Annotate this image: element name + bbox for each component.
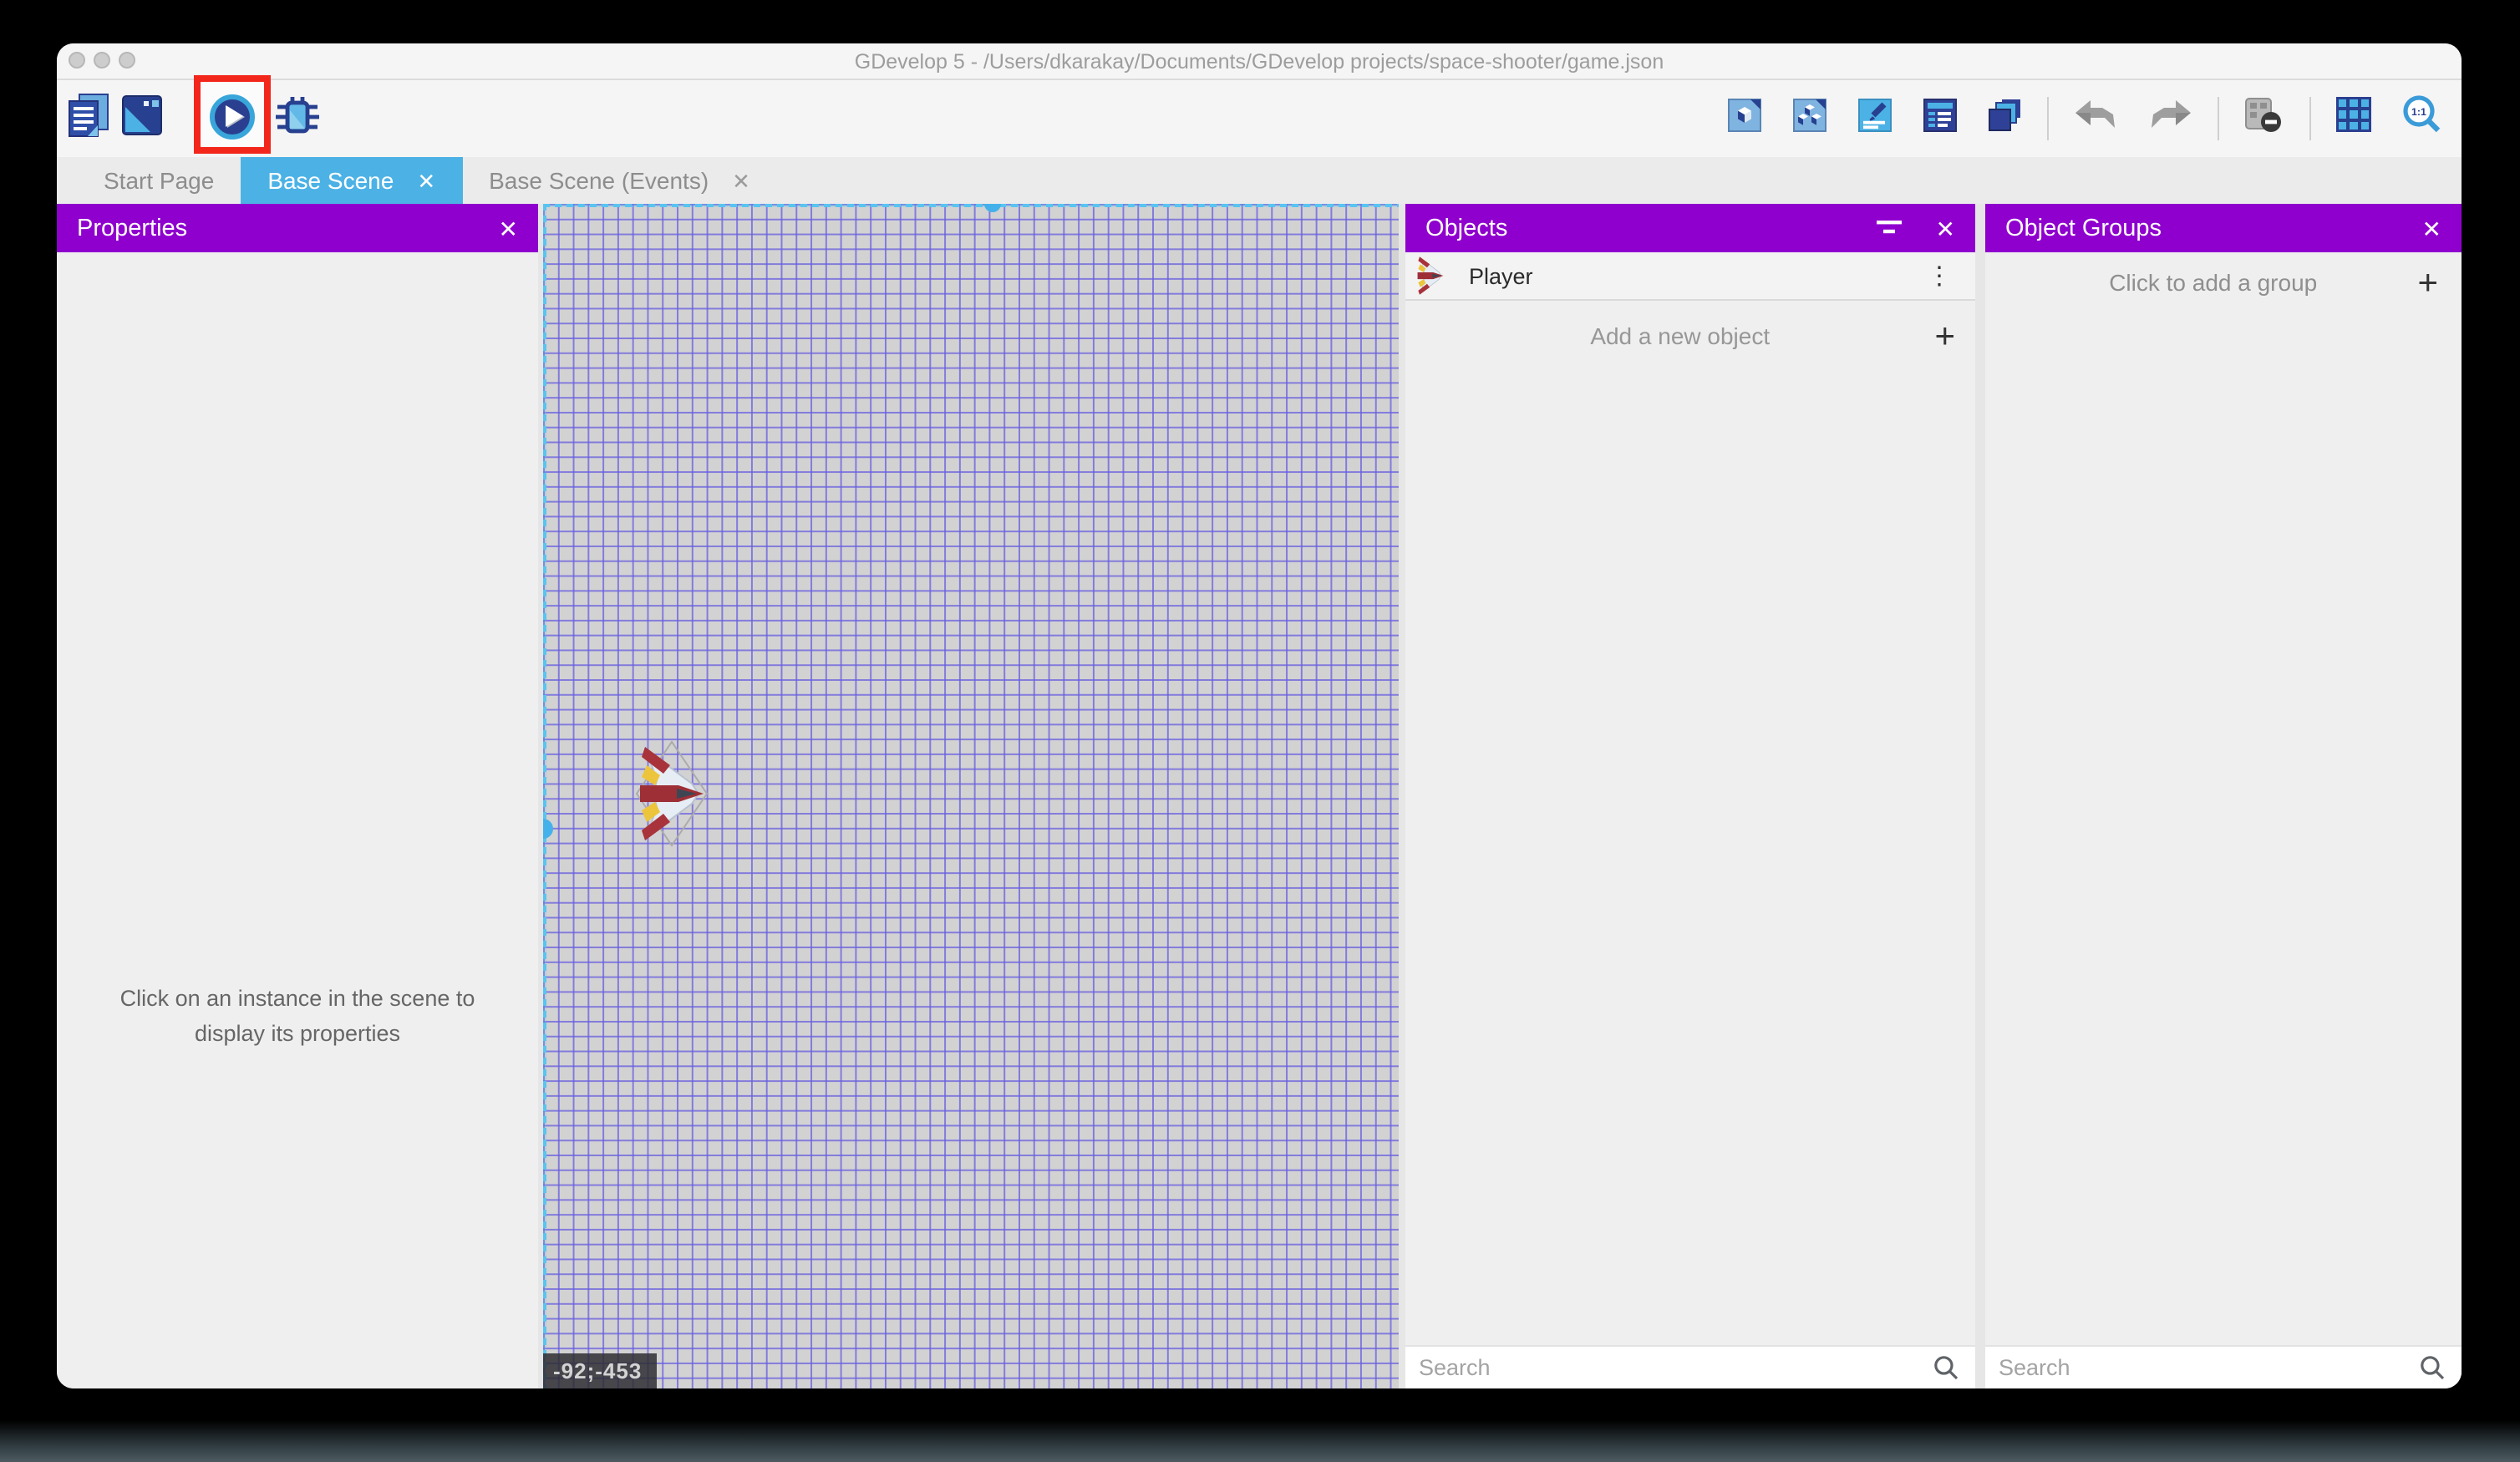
- toggle-mask-icon[interactable]: [2244, 96, 2284, 141]
- close-icon[interactable]: ✕: [1936, 216, 1955, 240]
- properties-panel-header: Properties ✕: [57, 204, 538, 252]
- editor-tabs: Start Page Base Scene ✕ Base Scene (Even…: [57, 157, 2462, 204]
- redo-icon[interactable]: [2149, 98, 2192, 140]
- plus-icon[interactable]: +: [1934, 318, 1955, 353]
- vertical-scroll-thumb[interactable]: [543, 819, 553, 839]
- toolbar-separator: [2309, 97, 2311, 140]
- title-bar: GDevelop 5 - /Users/dkarakay/Documents/G…: [57, 43, 2462, 80]
- scene-window-icon[interactable]: [122, 95, 162, 145]
- tab-label: Start Page: [104, 167, 214, 194]
- cursor-coordinates-badge: -92;-453: [543, 1353, 657, 1388]
- close-icon[interactable]: ✕: [2422, 216, 2441, 240]
- tab-label: Base Scene: [267, 167, 394, 194]
- properties-panel: Properties ✕ Click on an instance in the…: [57, 204, 538, 1388]
- zoom-original-icon[interactable]: 1:1: [2403, 95, 2441, 142]
- add-group-row[interactable]: Click to add a group +: [1985, 252, 2462, 312]
- filter-icon[interactable]: [1877, 215, 1903, 241]
- properties-editor-icon[interactable]: [1858, 98, 1892, 140]
- horizontal-scroll-thumb[interactable]: [984, 204, 1001, 212]
- scene-editor-canvas[interactable]: -92;-453: [543, 204, 1399, 1388]
- panel-title: Object Groups: [2005, 215, 2162, 241]
- window-title: GDevelop 5 - /Users/dkarakay/Documents/G…: [57, 43, 2462, 79]
- panel-divider[interactable]: [1975, 204, 1985, 1388]
- plus-icon[interactable]: +: [2417, 265, 2438, 300]
- svg-text:1:1: 1:1: [2411, 106, 2426, 118]
- undo-icon[interactable]: [2074, 98, 2117, 140]
- main-toolbar: 1:1: [57, 80, 2462, 157]
- toolbar-separator: [2218, 97, 2219, 140]
- add-group-label: Click to add a group: [2009, 269, 2417, 296]
- debugger-icon[interactable]: [274, 95, 321, 147]
- objects-panel: Objects ✕ Player ⋮ Add a new object +: [1405, 204, 1975, 1388]
- canvas-horizontal-scrollbar[interactable]: [543, 204, 1399, 206]
- object-groups-panel-header: Object Groups ✕: [1985, 204, 2462, 252]
- player-object-thumbnail: [1415, 254, 1445, 297]
- object-name: Player: [1469, 263, 1920, 288]
- toggle-grid-icon[interactable]: [2336, 97, 2371, 140]
- project-manager-icon[interactable]: [69, 94, 109, 147]
- object-menu-icon[interactable]: ⋮: [1920, 263, 1959, 288]
- groups-search-bar: [1985, 1345, 2462, 1388]
- object-groups-panel: Object Groups ✕ Click to add a group +: [1985, 204, 2462, 1388]
- app-window: GDevelop 5 - /Users/dkarakay/Documents/G…: [57, 43, 2462, 1388]
- object-groups-editor-icon[interactable]: [1793, 98, 1826, 140]
- objects-editor-icon[interactable]: [1728, 98, 1761, 140]
- properties-empty-hint: Click on an instance in the scene to dis…: [57, 981, 538, 1051]
- layers-editor-icon[interactable]: [1989, 98, 2022, 140]
- editor-toolbar-right: 1:1: [1728, 89, 2441, 149]
- add-object-label: Add a new object: [1425, 322, 1934, 349]
- panel-divider[interactable]: [1399, 204, 1405, 1388]
- toolbar-separator: [2047, 97, 2049, 140]
- panel-title: Objects: [1425, 215, 1507, 241]
- tab-label: Base Scene (Events): [489, 167, 709, 194]
- add-new-object-row[interactable]: Add a new object +: [1405, 302, 1975, 369]
- screen: GDevelop 5 - /Users/dkarakay/Documents/G…: [0, 0, 2520, 1462]
- preview-play-button[interactable]: [209, 94, 256, 149]
- close-icon[interactable]: ✕: [499, 216, 518, 240]
- tab-close-icon[interactable]: ✕: [417, 170, 435, 191]
- tab-base-scene[interactable]: Base Scene ✕: [241, 157, 462, 204]
- player-instance[interactable]: [635, 740, 709, 847]
- groups-search-input[interactable]: [1999, 1355, 2410, 1380]
- canvas-vertical-scrollbar[interactable]: [543, 204, 546, 1388]
- instances-list-icon[interactable]: [1923, 98, 1957, 140]
- panel-title: Properties: [77, 215, 187, 241]
- tab-start-page[interactable]: Start Page: [77, 157, 241, 204]
- object-list-item-player[interactable]: Player ⋮: [1405, 252, 1975, 301]
- objects-search-input[interactable]: [1419, 1355, 1923, 1380]
- tab-close-icon[interactable]: ✕: [732, 170, 750, 191]
- search-icon: [1933, 1355, 1959, 1380]
- objects-panel-header: Objects ✕: [1405, 204, 1975, 252]
- tab-base-scene-events[interactable]: Base Scene (Events) ✕: [462, 157, 777, 204]
- objects-search-bar: [1405, 1345, 1975, 1388]
- desktop-shadow: [0, 1420, 2520, 1462]
- search-icon: [2420, 1355, 2445, 1380]
